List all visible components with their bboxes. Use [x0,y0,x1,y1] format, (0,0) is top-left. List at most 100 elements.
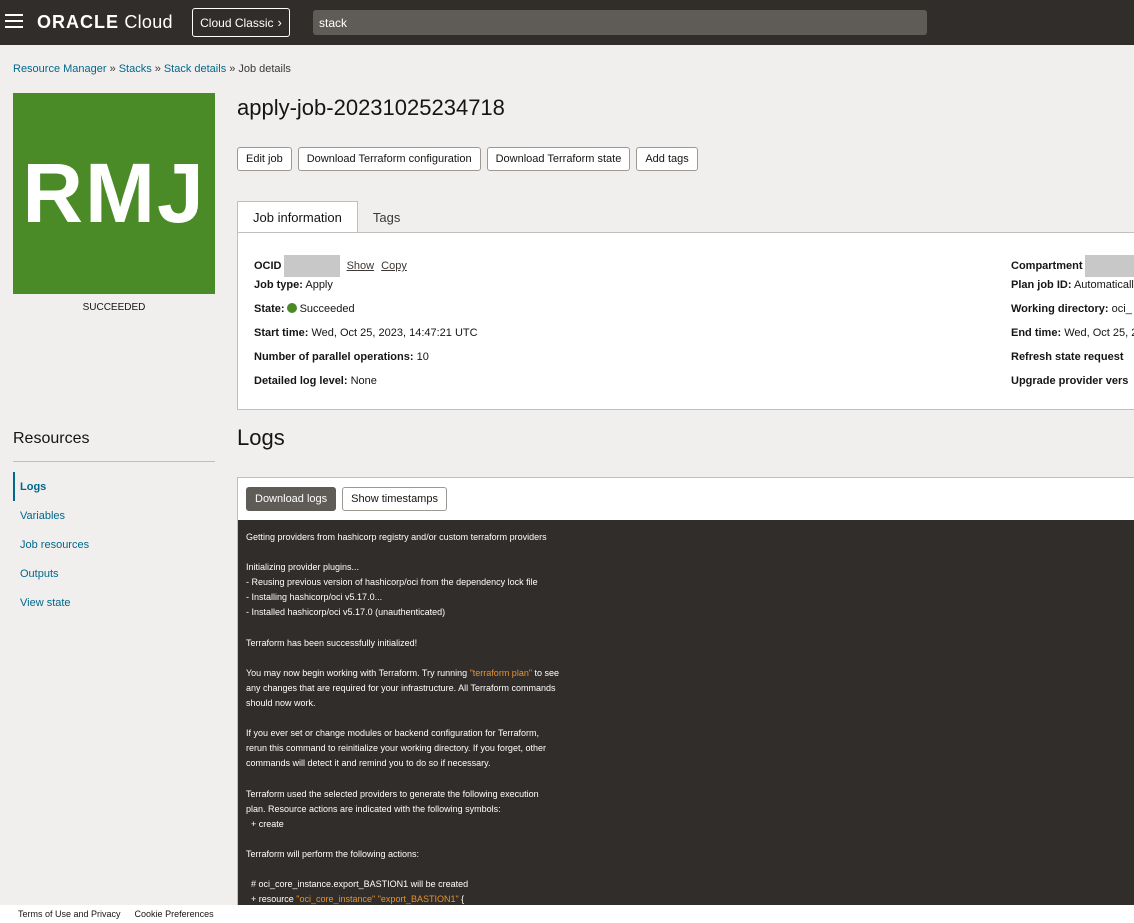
upgrade-provider-row: Upgrade provider vers [1011,375,1128,387]
ocid-copy-link[interactable]: Copy [381,260,407,272]
tab-bar: Job information Tags [237,201,415,233]
working-directory-value: oci_ [1111,303,1132,315]
start-time-label: Start time: [254,327,309,339]
tab-job-information[interactable]: Job information [237,201,358,233]
add-tags-button[interactable]: Add tags [636,147,698,171]
compartment-label: Compartment [1011,259,1083,272]
log-line: + create [246,818,284,829]
log-line: If you ever set or change modules or bac… [246,728,539,739]
log-level-row: Detailed log level: None [254,375,377,387]
job-type-value: Apply [305,279,333,291]
redacted-compartment [1084,255,1134,277]
parallel-ops-value: 10 [416,351,429,363]
resources-divider [13,461,215,462]
plan-job-value: Automatically [1073,279,1134,291]
working-directory-row: Working directory: oci_ [1011,303,1132,315]
end-time-label: End time: [1011,327,1062,339]
resources-nav: Logs Variables Job resources Outputs Vie… [13,472,215,617]
state-row: State: Succeeded [254,303,355,315]
logs-panel: Download logs Show timestamps Getting pr… [237,477,1134,923]
edit-job-button[interactable]: Edit job [237,147,292,171]
search-input[interactable] [313,10,927,35]
page-title: apply-job-20231025234718 [237,95,505,120]
tab-tags[interactable]: Tags [358,201,415,233]
action-toolbar: Edit job Download Terraform configuratio… [237,147,698,171]
log-line: - Installing hashicorp/oci v5.17.0... [246,592,383,603]
log-level-value: None [350,375,377,387]
job-status-label: SUCCEEDED [82,302,146,313]
breadcrumb-stacks[interactable]: Stacks [119,63,152,75]
start-time-row: Start time: Wed, Oct 25, 2023, 14:47:21 … [254,327,478,339]
resource-link-job-resources[interactable]: Job resources [13,530,215,559]
cloud-classic-label: Cloud Classic [200,15,274,30]
plan-job-label: Plan job ID: [1011,279,1072,291]
download-logs-button[interactable]: Download logs [246,487,337,511]
terms-link[interactable]: Terms of Use and Privacy [18,909,121,919]
state-label: State: [254,303,285,315]
log-line: Terraform will perform the following act… [246,848,420,859]
top-navigation-bar: ORACLE Cloud Cloud Classic › [0,0,1134,45]
refresh-state-row: Refresh state request [1011,351,1124,363]
end-time-value: Wed, Oct 25, 2 [1064,327,1134,339]
show-timestamps-button[interactable]: Show timestamps [342,487,447,511]
log-highlight: "terraform plan" [469,667,533,678]
parallel-ops-label: Number of parallel operations: [254,351,414,363]
resources-heading: Resources [13,430,90,447]
log-console[interactable]: Getting providers from hashicorp registr… [238,520,1134,923]
logs-heading: Logs [237,425,285,450]
log-line: You may now begin working with Terraform… [246,667,560,678]
log-line: plan. Resource actions are indicated wit… [246,803,501,814]
log-line: should now work. [246,698,316,709]
state-value: Succeeded [299,303,355,315]
log-line: Initializing provider plugins... [246,562,360,573]
download-terraform-state-button[interactable]: Download Terraform state [486,147,631,171]
plan-job-row: Plan job ID: Automatically [1011,279,1134,291]
log-line: commands will detect it and remind you t… [246,758,491,769]
brand-cloud: Cloud [124,12,173,32]
refresh-state-label: Refresh state request [1011,351,1124,363]
breadcrumb-separator: » [154,63,161,75]
chevron-right-icon: › [277,15,282,30]
resource-link-variables[interactable]: Variables [13,501,215,530]
resource-link-view-state[interactable]: View state [13,588,215,617]
brand-oracle: ORACLE [37,12,119,32]
resource-link-outputs[interactable]: Outputs [13,559,215,588]
log-line: Getting providers from hashicorp registr… [246,532,547,542]
job-type-label: Job type: [254,279,303,291]
working-directory-label: Working directory: [1011,303,1109,315]
log-line: - Reusing previous version of hashicorp/… [246,577,538,588]
resource-link-logs[interactable]: Logs [13,472,215,501]
log-line: any changes that are required for your i… [246,682,556,693]
job-badge: RMJ [13,93,215,294]
redacted-ocid [283,255,340,277]
job-type-row: Job type: Apply [254,279,333,291]
start-time-value: Wed, Oct 25, 2023, 14:47:21 UTC [311,327,478,339]
page-footer: Terms of Use and Privacy Cookie Preferen… [0,905,1134,923]
end-time-row: End time: Wed, Oct 25, 2 [1011,327,1134,339]
parallel-ops-row: Number of parallel operations: 10 [254,351,429,363]
breadcrumb-resource-manager[interactable]: Resource Manager [13,63,107,75]
log-line: Terraform has been successfully initiali… [246,637,418,648]
hamburger-icon[interactable] [5,14,23,28]
download-terraform-config-button[interactable]: Download Terraform configuration [297,147,481,171]
compartment-row: Compartment [1011,255,1134,277]
cloud-classic-button[interactable]: Cloud Classic › [192,8,290,37]
log-line: rerun this command to reinitialize your … [246,743,546,754]
logs-toolbar: Download logs Show timestamps [246,487,447,511]
cookie-preferences-link[interactable]: Cookie Preferences [135,909,214,919]
ocid-show-link[interactable]: Show [347,260,375,272]
breadcrumb-stack-details[interactable]: Stack details [164,63,226,75]
log-line: # oci_core_instance.export_BASTION1 will… [246,879,469,890]
breadcrumb-separator: » [229,63,236,75]
breadcrumb: Resource Manager» Stacks» Stack details» Jo… [13,63,291,75]
oracle-cloud-logo[interactable]: ORACLE Cloud [37,12,173,33]
breadcrumb-current: Job details [238,63,291,75]
log-highlight: "oci_core_instance" [296,894,376,905]
upgrade-provider-label: Upgrade provider vers [1011,375,1129,387]
log-line: Terraform used the selected providers to… [246,788,539,799]
